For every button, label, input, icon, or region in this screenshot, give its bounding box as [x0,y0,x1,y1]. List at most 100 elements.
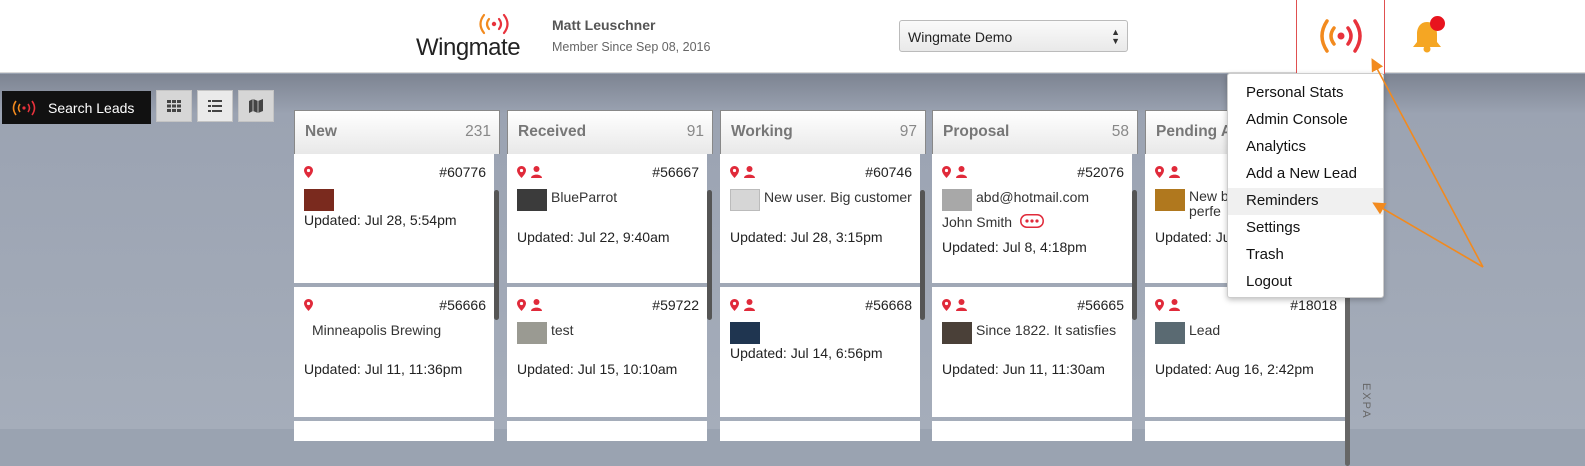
location-pin-icon [1155,299,1164,311]
location-pin-icon [942,166,951,178]
menu-item-settings[interactable]: Settings [1228,215,1383,242]
expand-label[interactable]: EXPA [1360,383,1372,420]
location-pin-icon [517,299,526,311]
lead-card[interactable]: #18018 Lead Updated: Aug 16, 2:42pm [1145,287,1345,417]
column-scrollbar[interactable] [1345,285,1350,466]
lead-description: Lead [1189,322,1221,338]
organization-select-value: Wingmate Demo [908,29,1013,45]
menu-item-logout[interactable]: Logout [1228,269,1383,296]
lead-description: New b [1189,188,1229,204]
column-title: Proposal [943,123,1010,140]
menu-item-personal-stats[interactable]: Personal Stats [1228,80,1383,107]
location-pin-icon [942,299,951,311]
map-view-button[interactable] [238,90,274,122]
lead-card[interactable]: #56665 Since 1822. It satisfies Updated:… [932,287,1132,417]
lead-card[interactable] [1145,421,1345,441]
lead-card[interactable] [720,421,920,441]
person-icon [531,299,542,311]
lead-number: #56666 [439,297,486,313]
menu-item-add-new-lead[interactable]: Add a New Lead [1228,161,1383,188]
column-header: Proposal 58 [932,110,1138,154]
top-bar: Wingmate Matt Leuschner Member Since Sep… [0,0,1585,74]
lead-thumbnail [730,322,760,344]
lead-description-line2: perfe [1189,203,1221,219]
column-count: 91 [686,123,704,140]
column-new: New 231 #60776 Updated: Jul 28, 5:54pm #… [294,110,500,441]
wingmate-logo[interactable]: Wingmate [416,12,521,62]
list-view-button[interactable] [197,90,233,122]
lead-updated: Updated: Aug 16, 2:42pm [1155,361,1314,377]
lead-card[interactable]: #60746 New user. Big customer Updated: J… [720,154,920,283]
menu-item-analytics[interactable]: Analytics [1228,134,1383,161]
lead-updated: Updated: Jul 15, 10:10am [517,361,678,377]
member-since: Member Since Sep 08, 2016 [552,40,711,54]
lead-thumbnail [517,322,547,344]
column-scrollbar[interactable] [1132,190,1137,320]
account-dropdown-menu: Personal Stats Admin Console Analytics A… [1227,73,1384,298]
lead-updated: Updated: Jul 11, 11:36pm [304,361,463,377]
menu-item-trash[interactable]: Trash [1228,242,1383,269]
search-leads-button[interactable]: Search Leads [2,91,151,124]
lead-description: Minneapolis Brewing [312,322,442,338]
select-arrows-icon: ▲ ▼ [1111,27,1120,46]
person-icon [531,166,542,178]
lead-card[interactable]: #56667 BlueParrot Updated: Jul 22, 9:40a… [507,154,707,283]
user-info: Matt Leuschner Member Since Sep 08, 2016 [552,17,710,54]
lead-card[interactable]: #56668 Updated: Jul 14, 6:56pm [720,287,920,417]
lead-thumbnail [304,189,334,211]
lead-description: Since 1822. It satisfies [976,322,1117,338]
person-icon [956,299,967,311]
search-leads-label: Search Leads [48,99,135,116]
lead-card[interactable]: #52076 abd@hotmail.com John Smith Update… [932,154,1132,283]
column-scrollbar[interactable] [707,190,712,320]
column-title: Working [731,123,793,140]
column-header: Received 91 [507,110,713,154]
lead-updated: Updated: Ju [1155,229,1231,245]
lead-thumbnail [942,189,972,211]
column-header: New 231 [294,110,500,154]
lead-updated: Updated: Jul 22, 9:40am [517,229,670,245]
lead-description: test [551,322,574,338]
menu-item-admin-console[interactable]: Admin Console [1228,107,1383,134]
column-title: Pending A [1156,123,1233,140]
more-options-icon[interactable] [1020,214,1044,228]
lead-card[interactable]: #60776 Updated: Jul 28, 5:54pm [294,154,494,283]
logo-text: Wingmate [416,34,521,61]
lead-card[interactable]: #59722 test Updated: Jul 15, 10:10am [507,287,707,417]
location-pin-icon [304,166,313,178]
person-icon [1169,299,1180,311]
lead-number: #56665 [1077,297,1124,313]
column-count: 58 [1111,123,1129,140]
location-pin-icon [730,166,739,178]
lead-card[interactable] [507,421,707,441]
lead-number: #52076 [1077,164,1124,180]
column-count: 231 [465,123,491,140]
map-view-icon [249,99,263,113]
lead-number: #60776 [439,164,486,180]
lead-updated: Updated: Jun 11, 11:30am [942,361,1105,377]
lead-thumbnail [942,322,972,344]
person-icon [1169,166,1180,178]
column-count: 97 [899,123,917,140]
signal-icon [12,100,36,115]
grid-view-button[interactable] [156,90,192,122]
location-pin-icon [517,166,526,178]
lead-number: #60746 [865,164,912,180]
grid-view-icon [167,100,181,112]
signal-logo-icon [479,13,509,35]
column-received: Received 91 #56667 BlueParrot Updated: J… [507,110,713,441]
organization-select[interactable]: Wingmate Demo ▲ ▼ [899,20,1128,52]
column-working: Working 97 #60746 New user. Big customer… [720,110,926,441]
column-title: New [305,123,337,140]
lead-updated: Updated: Jul 28, 3:15pm [730,229,883,245]
location-pin-icon [304,299,313,311]
column-scrollbar[interactable] [494,190,499,320]
lead-card[interactable] [294,421,494,441]
account-menu-button[interactable] [1296,0,1385,74]
lead-card[interactable] [932,421,1132,441]
lead-description: New user. Big customer [764,189,912,205]
menu-item-reminders[interactable]: Reminders [1228,188,1383,215]
person-icon [744,299,755,311]
column-scrollbar[interactable] [920,190,925,320]
lead-card[interactable]: #56666 Minneapolis Brewing Updated: Jul … [294,287,494,417]
